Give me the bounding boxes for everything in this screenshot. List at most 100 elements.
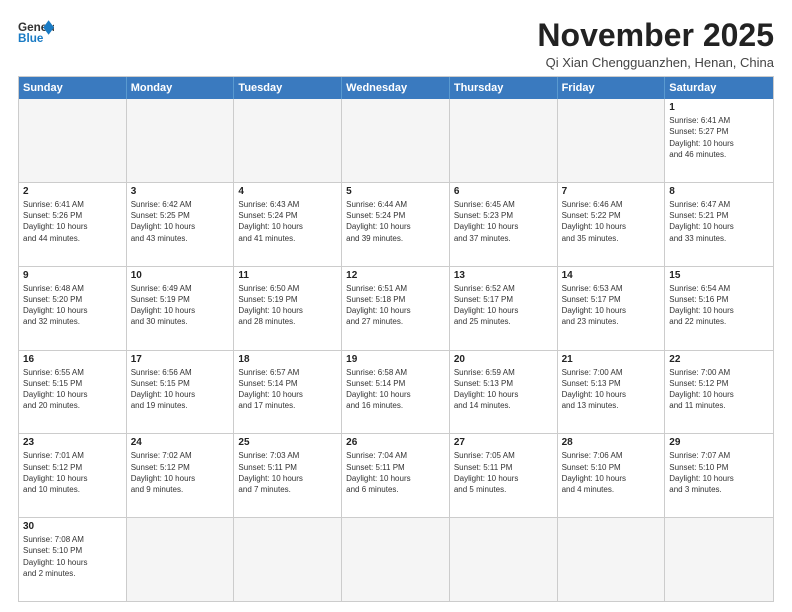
day-number: 28 (562, 437, 661, 448)
day-header-friday: Friday (558, 77, 666, 99)
day-cell: 30Sunrise: 7:08 AM Sunset: 5:10 PM Dayli… (19, 518, 127, 601)
day-cell: 25 Sunrise: 7:03 AM Sunset: 5:11 PM Dayli… (234, 434, 342, 517)
day-number: 3 (131, 186, 230, 197)
day-cell: 29Sunrise: 7:07 AM Sunset: 5:10 PM Dayli… (665, 434, 773, 517)
day-cell: 7 Sunrise: 6:46 AM Sunset: 5:22 PM Daylig… (558, 183, 666, 266)
day-number: 7 (562, 186, 661, 197)
sun-info: Sunrise: 6:41 AM Sunset: 5:27 PM Dayligh… (669, 115, 769, 160)
sun-info: Sunrise: 6:42 AM Sunset: 5:25 PM Dayligh… (131, 199, 230, 244)
day-cell: 2Sunrise: 6:41 AM Sunset: 5:26 PM Daylig… (19, 183, 127, 266)
day-cell: 26 Sunrise: 7:04 AM Sunset: 5:11 PM Dayli… (342, 434, 450, 517)
day-number: 13 (454, 270, 553, 281)
day-cell: 17 Sunrise: 6:56 AM Sunset: 5:15 PM Dayli… (127, 351, 235, 434)
day-cell: 21Sunrise: 7:00 AM Sunset: 5:13 PM Dayli… (558, 351, 666, 434)
day-cell: 12 Sunrise: 6:51 AM Sunset: 5:18 PM Dayli… (342, 267, 450, 350)
day-header-wednesday: Wednesday (342, 77, 450, 99)
day-number: 6 (454, 186, 553, 197)
day-cell (558, 518, 666, 601)
day-cell (558, 99, 666, 182)
day-cell: 9Sunrise: 6:48 AM Sunset: 5:20 PM Daylig… (19, 267, 127, 350)
day-number: 25 (238, 437, 337, 448)
week-row-1: 1 Sunrise: 6:41 AM Sunset: 5:27 PM Daylig… (19, 99, 773, 182)
weeks: 1 Sunrise: 6:41 AM Sunset: 5:27 PM Daylig… (19, 99, 773, 601)
day-header-saturday: Saturday (665, 77, 773, 99)
day-cell: 18 Sunrise: 6:57 AM Sunset: 5:14 PM Dayli… (234, 351, 342, 434)
day-number: 19 (346, 354, 445, 365)
day-cell (234, 99, 342, 182)
sun-info: Sunrise: 6:52 AM Sunset: 5:17 PM Dayligh… (454, 283, 553, 328)
day-cell (450, 99, 558, 182)
sun-info: Sunrise: 6:58 AM Sunset: 5:14 PM Dayligh… (346, 367, 445, 412)
day-number: 8 (669, 186, 769, 197)
day-cell (342, 99, 450, 182)
sun-info: Sunrise: 6:55 AM Sunset: 5:15 PM Dayligh… (23, 367, 122, 412)
day-cell (127, 99, 235, 182)
day-number: 20 (454, 354, 553, 365)
day-cell: 8 Sunrise: 6:47 AM Sunset: 5:21 PM Daylig… (665, 183, 773, 266)
sun-info: Sunrise: 6:57 AM Sunset: 5:14 PM Dayligh… (238, 367, 337, 412)
day-number: 4 (238, 186, 337, 197)
sun-info: Sunrise: 6:56 AM Sunset: 5:15 PM Dayligh… (131, 367, 230, 412)
day-number: 24 (131, 437, 230, 448)
day-cell: 19 Sunrise: 6:58 AM Sunset: 5:14 PM Dayli… (342, 351, 450, 434)
day-number: 17 (131, 354, 230, 365)
sun-info: Sunrise: 6:46 AM Sunset: 5:22 PM Dayligh… (562, 199, 661, 244)
week-row-6: 30Sunrise: 7:08 AM Sunset: 5:10 PM Dayli… (19, 517, 773, 601)
sun-info: Sunrise: 7:00 AM Sunset: 5:12 PM Dayligh… (669, 367, 769, 412)
sun-info: Sunrise: 7:04 AM Sunset: 5:11 PM Dayligh… (346, 450, 445, 495)
day-cell: 4 Sunrise: 6:43 AM Sunset: 5:24 PM Daylig… (234, 183, 342, 266)
day-cell (19, 99, 127, 182)
day-cell (450, 518, 558, 601)
day-number: 23 (23, 437, 122, 448)
day-number: 18 (238, 354, 337, 365)
week-row-2: 2Sunrise: 6:41 AM Sunset: 5:26 PM Daylig… (19, 182, 773, 266)
sun-info: Sunrise: 7:08 AM Sunset: 5:10 PM Dayligh… (23, 534, 122, 579)
month-title: November 2025 (537, 18, 774, 53)
day-cell: 10Sunrise: 6:49 AM Sunset: 5:19 PM Dayli… (127, 267, 235, 350)
day-cell: 27Sunrise: 7:05 AM Sunset: 5:11 PM Dayli… (450, 434, 558, 517)
day-number: 11 (238, 270, 337, 281)
week-row-5: 23 Sunrise: 7:01 AM Sunset: 5:12 PM Dayli… (19, 433, 773, 517)
day-cell (234, 518, 342, 601)
day-number: 22 (669, 354, 769, 365)
sun-info: Sunrise: 6:45 AM Sunset: 5:23 PM Dayligh… (454, 199, 553, 244)
day-cell: 11 Sunrise: 6:50 AM Sunset: 5:19 PM Dayli… (234, 267, 342, 350)
day-cell: 28 Sunrise: 7:06 AM Sunset: 5:10 PM Dayli… (558, 434, 666, 517)
sun-info: Sunrise: 7:07 AM Sunset: 5:10 PM Dayligh… (669, 450, 769, 495)
day-cell: 24Sunrise: 7:02 AM Sunset: 5:12 PM Dayli… (127, 434, 235, 517)
sun-info: Sunrise: 7:03 AM Sunset: 5:11 PM Dayligh… (238, 450, 337, 495)
sun-info: Sunrise: 6:43 AM Sunset: 5:24 PM Dayligh… (238, 199, 337, 244)
sun-info: Sunrise: 7:06 AM Sunset: 5:10 PM Dayligh… (562, 450, 661, 495)
day-cell: 15Sunrise: 6:54 AM Sunset: 5:16 PM Dayli… (665, 267, 773, 350)
week-row-3: 9Sunrise: 6:48 AM Sunset: 5:20 PM Daylig… (19, 266, 773, 350)
day-headers: SundayMondayTuesdayWednesdayThursdayFrid… (19, 77, 773, 99)
sun-info: Sunrise: 6:49 AM Sunset: 5:19 PM Dayligh… (131, 283, 230, 328)
day-number: 5 (346, 186, 445, 197)
day-number: 15 (669, 270, 769, 281)
sun-info: Sunrise: 6:59 AM Sunset: 5:13 PM Dayligh… (454, 367, 553, 412)
sun-info: Sunrise: 7:01 AM Sunset: 5:12 PM Dayligh… (23, 450, 122, 495)
day-cell: 3 Sunrise: 6:42 AM Sunset: 5:25 PM Daylig… (127, 183, 235, 266)
day-header-thursday: Thursday (450, 77, 558, 99)
day-number: 16 (23, 354, 122, 365)
header: General Blue November 2025 Qi Xian Cheng… (18, 18, 774, 70)
sun-info: Sunrise: 6:50 AM Sunset: 5:19 PM Dayligh… (238, 283, 337, 328)
day-number: 26 (346, 437, 445, 448)
day-cell: 22 Sunrise: 7:00 AM Sunset: 5:12 PM Dayli… (665, 351, 773, 434)
day-cell: 14 Sunrise: 6:53 AM Sunset: 5:17 PM Dayli… (558, 267, 666, 350)
week-row-4: 16 Sunrise: 6:55 AM Sunset: 5:15 PM Dayli… (19, 350, 773, 434)
sun-info: Sunrise: 6:47 AM Sunset: 5:21 PM Dayligh… (669, 199, 769, 244)
sun-info: Sunrise: 6:53 AM Sunset: 5:17 PM Dayligh… (562, 283, 661, 328)
day-number: 12 (346, 270, 445, 281)
day-cell: 6 Sunrise: 6:45 AM Sunset: 5:23 PM Daylig… (450, 183, 558, 266)
day-number: 9 (23, 270, 122, 281)
day-number: 21 (562, 354, 661, 365)
sun-info: Sunrise: 6:51 AM Sunset: 5:18 PM Dayligh… (346, 283, 445, 328)
day-cell: 23 Sunrise: 7:01 AM Sunset: 5:12 PM Dayli… (19, 434, 127, 517)
sun-info: Sunrise: 7:05 AM Sunset: 5:11 PM Dayligh… (454, 450, 553, 495)
day-header-tuesday: Tuesday (234, 77, 342, 99)
day-number: 14 (562, 270, 661, 281)
day-cell: 1 Sunrise: 6:41 AM Sunset: 5:27 PM Daylig… (665, 99, 773, 182)
day-number: 1 (669, 102, 769, 113)
day-cell (665, 518, 773, 601)
